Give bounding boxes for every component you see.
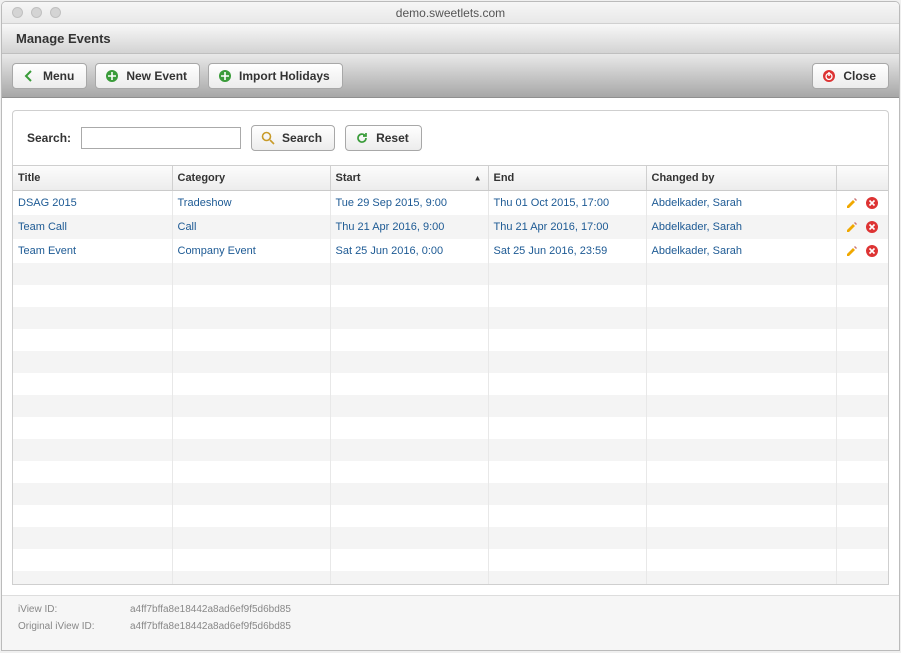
edit-icon[interactable] (845, 244, 859, 258)
column-header-title[interactable]: Title (13, 166, 172, 191)
footer-original-iview-id: Original iView ID: a4ff7bffa8e18442a8ad6… (18, 621, 883, 632)
column-header-start[interactable]: Start▲ (330, 166, 488, 191)
menu-button[interactable]: Menu (12, 63, 87, 89)
reset-button-label: Reset (376, 131, 409, 145)
table-row-empty (13, 549, 888, 571)
power-icon (822, 69, 836, 83)
table-row-empty (13, 351, 888, 373)
close-window-icon[interactable] (12, 7, 23, 18)
cell-changed-by: Abdelkader, Sarah (646, 191, 836, 216)
cell-end: Thu 21 Apr 2016, 17:00 (488, 215, 646, 239)
import-holidays-button-label: Import Holidays (239, 69, 330, 83)
cell-changed-by: Abdelkader, Sarah (646, 215, 836, 239)
table-header-row: Title Category Start▲ End Changed by (13, 166, 888, 191)
iview-id-label: iView ID: (18, 604, 112, 615)
iview-id-value: a4ff7bffa8e18442a8ad6ef9f5d6bd85 (130, 604, 291, 615)
search-panel: Search: Search Reset (12, 110, 889, 165)
table-row-empty (13, 417, 888, 439)
new-event-button[interactable]: New Event (95, 63, 200, 89)
table-row-empty (13, 285, 888, 307)
footer: iView ID: a4ff7bffa8e18442a8ad6ef9f5d6bd… (2, 595, 899, 650)
cell-end: Sat 25 Jun 2016, 23:59 (488, 239, 646, 263)
cell-start: Tue 29 Sep 2015, 9:00 (330, 191, 488, 216)
table-row-empty (13, 373, 888, 395)
back-arrow-icon (22, 69, 36, 83)
edit-icon[interactable] (845, 196, 859, 210)
close-button-label: Close (843, 69, 876, 83)
reset-button[interactable]: Reset (345, 125, 422, 151)
table-row-empty (13, 439, 888, 461)
import-holidays-button[interactable]: Import Holidays (208, 63, 343, 89)
window-titlebar: demo.sweetlets.com (2, 2, 899, 24)
toolbar-left: Menu New Event Import Holidays (12, 63, 343, 89)
delete-icon[interactable] (865, 220, 879, 234)
cell-title: Team Call (13, 215, 172, 239)
search-button-label: Search (282, 131, 322, 145)
add-icon (218, 69, 232, 83)
page-title: Manage Events (16, 31, 111, 46)
column-header-changed-by[interactable]: Changed by (646, 166, 836, 191)
cell-category: Company Event (172, 239, 330, 263)
cell-title: DSAG 2015 (13, 191, 172, 216)
close-button[interactable]: Close (812, 63, 889, 89)
cell-category: Call (172, 215, 330, 239)
cell-category: Tradeshow (172, 191, 330, 216)
menu-button-label: Menu (43, 69, 74, 83)
table-row[interactable]: Team EventCompany EventSat 25 Jun 2016, … (13, 239, 888, 263)
edit-icon[interactable] (845, 220, 859, 234)
maximize-window-icon[interactable] (50, 7, 61, 18)
table-row-empty (13, 329, 888, 351)
page-header: Manage Events (2, 24, 899, 54)
search-icon (261, 131, 275, 145)
table-row[interactable]: Team CallCallThu 21 Apr 2016, 9:00Thu 21… (13, 215, 888, 239)
original-iview-id-label: Original iView ID: (18, 621, 112, 632)
table-row[interactable]: DSAG 2015TradeshowTue 29 Sep 2015, 9:00T… (13, 191, 888, 216)
window-title: demo.sweetlets.com (2, 6, 899, 20)
table-row-empty (13, 307, 888, 329)
table-row-empty (13, 527, 888, 549)
cell-start: Sat 25 Jun 2016, 0:00 (330, 239, 488, 263)
cell-actions (836, 239, 888, 263)
original-iview-id-value: a4ff7bffa8e18442a8ad6ef9f5d6bd85 (130, 621, 291, 632)
table-row-empty (13, 395, 888, 417)
table-row-empty (13, 483, 888, 505)
toolbar-right: Close (812, 63, 889, 89)
minimize-window-icon[interactable] (31, 7, 42, 18)
table-row-empty (13, 263, 888, 285)
table-row-empty (13, 461, 888, 483)
toolbar: Menu New Event Import Holidays Close (2, 54, 899, 98)
new-event-button-label: New Event (126, 69, 187, 83)
search-input[interactable] (81, 127, 241, 149)
search-button[interactable]: Search (251, 125, 335, 151)
footer-iview-id: iView ID: a4ff7bffa8e18442a8ad6ef9f5d6bd… (18, 604, 883, 615)
app-window: demo.sweetlets.com Manage Events Menu Ne… (1, 1, 900, 651)
add-icon (105, 69, 119, 83)
refresh-icon (355, 131, 369, 145)
events-table-wrapper: Title Category Start▲ End Changed by DSA… (12, 165, 889, 585)
column-header-end[interactable]: End (488, 166, 646, 191)
column-header-actions (836, 166, 888, 191)
delete-icon[interactable] (865, 196, 879, 210)
events-table: Title Category Start▲ End Changed by DSA… (13, 166, 888, 585)
table-row-empty (13, 571, 888, 585)
cell-title: Team Event (13, 239, 172, 263)
cell-actions (836, 191, 888, 216)
delete-icon[interactable] (865, 244, 879, 258)
search-label: Search: (27, 131, 71, 145)
column-header-category[interactable]: Category (172, 166, 330, 191)
cell-actions (836, 215, 888, 239)
cell-start: Thu 21 Apr 2016, 9:00 (330, 215, 488, 239)
table-row-empty (13, 505, 888, 527)
sort-asc-icon: ▲ (474, 174, 482, 183)
cell-changed-by: Abdelkader, Sarah (646, 239, 836, 263)
cell-end: Thu 01 Oct 2015, 17:00 (488, 191, 646, 216)
window-controls (2, 7, 61, 18)
